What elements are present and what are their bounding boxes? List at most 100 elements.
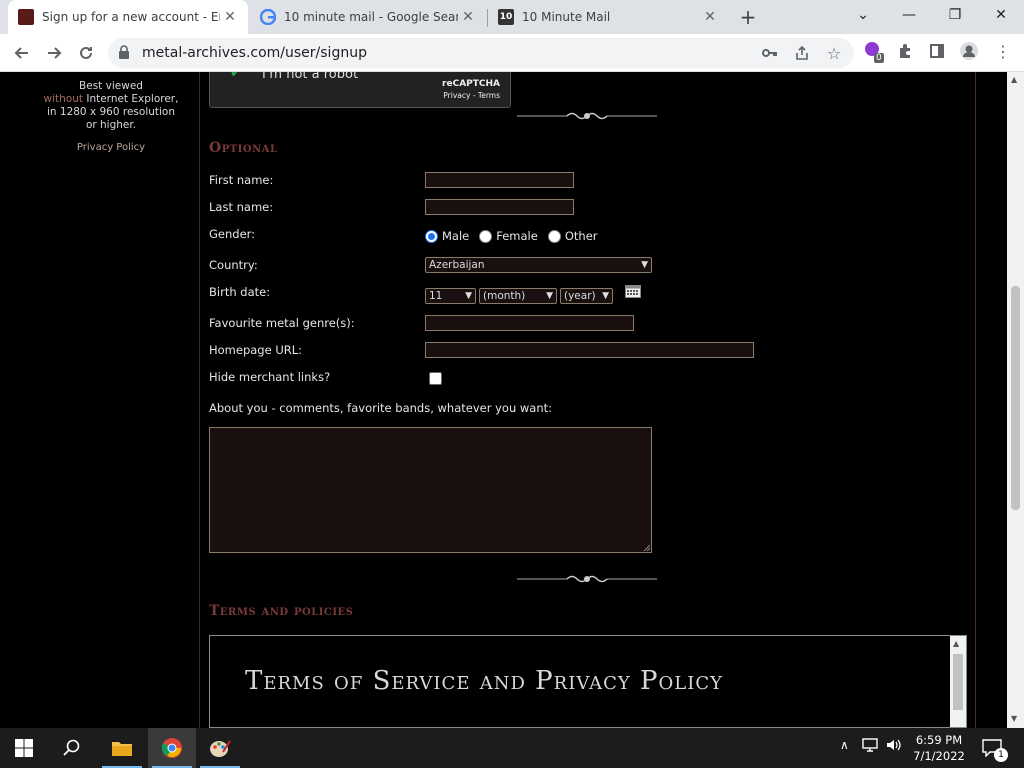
terms-scrollbar[interactable]: ▲	[950, 636, 966, 727]
about-label: About you - comments, favorite bands, wh…	[209, 401, 553, 415]
birth-year-select[interactable]: (year) ▼	[560, 288, 613, 304]
recaptcha-checkmark-icon: ✔	[230, 72, 242, 81]
volume-icon[interactable]	[886, 738, 902, 755]
scroll-up-arrow-icon[interactable]: ▲	[953, 639, 959, 648]
country-value: Azerbaijan	[429, 259, 485, 271]
genre-input[interactable]	[425, 315, 634, 331]
recaptcha-widget[interactable]: ✔ I'm not a robot reCAPTCHA Privacy - Te…	[209, 72, 511, 108]
terms-heading: Terms of Service and Privacy Policy	[245, 666, 723, 696]
gender-male-label: Male	[442, 229, 470, 243]
tab-10-minute-mail[interactable]: 10 10 Minute Mail ✕	[488, 0, 728, 34]
chevron-down-icon: ▼	[641, 260, 648, 270]
page-scrollbar[interactable]: ▲ ▼	[1007, 72, 1024, 728]
tab-title: Sign up for a new account - Ency	[42, 10, 220, 24]
tab-search-chevron-icon[interactable]: ⌄	[840, 0, 886, 30]
page-viewport: Best viewed without Internet Explorer, i…	[0, 72, 1024, 728]
paint-icon[interactable]	[196, 728, 244, 768]
homepage-label: Homepage URL:	[209, 343, 303, 357]
network-icon[interactable]	[862, 738, 878, 755]
first-name-label: First name:	[209, 173, 274, 187]
birth-day-select[interactable]: 11 ▼	[425, 288, 476, 304]
address-bar[interactable]: metal-archives.com/user/signup ☆	[108, 38, 854, 68]
privacy-policy-link[interactable]: Privacy Policy	[22, 142, 200, 153]
without-text: without	[43, 93, 84, 105]
windows-start-icon[interactable]	[0, 728, 48, 768]
url-text[interactable]: metal-archives.com/user/signup	[142, 45, 367, 61]
gender-male-radio[interactable]	[425, 229, 438, 243]
extensions-puzzle-icon[interactable]	[894, 40, 916, 62]
key-icon[interactable]	[760, 43, 780, 63]
terms-section-title: Terms and policies	[209, 603, 354, 619]
tab-close-icon[interactable]: ✕	[700, 7, 720, 27]
homepage-input[interactable]	[425, 342, 754, 358]
tab-close-icon[interactable]: ✕	[220, 7, 240, 27]
gender-other-label: Other	[564, 229, 598, 243]
birth-day-value: 11	[429, 290, 443, 302]
recaptcha-brand: reCAPTCHA	[442, 79, 500, 89]
birth-month-select[interactable]: (month) ▼	[479, 288, 557, 304]
clock-date: 7/1/2022	[913, 749, 965, 763]
chrome-icon[interactable]	[148, 728, 196, 768]
kebab-menu-icon[interactable]: ⋮	[992, 40, 1014, 62]
scroll-up-arrow-icon[interactable]: ▲	[1011, 75, 1017, 84]
terms-scrollbar-thumb[interactable]	[953, 654, 963, 710]
taskbar-clock[interactable]: 6:59 PM 7/1/2022	[904, 732, 974, 764]
scroll-down-arrow-icon[interactable]: ▼	[1011, 714, 1017, 723]
file-explorer-icon[interactable]	[98, 728, 146, 768]
share-icon[interactable]	[792, 43, 812, 63]
best-viewed-line: or higher.	[85, 119, 137, 131]
tab-close-icon[interactable]: ✕	[458, 7, 478, 27]
reload-icon[interactable]	[72, 39, 100, 67]
left-sidebar: Best viewed without Internet Explorer, i…	[0, 72, 200, 728]
chevron-down-icon: ▼	[465, 291, 472, 301]
bookmark-star-icon[interactable]: ☆	[824, 43, 844, 63]
windows-taskbar: ∧ 6:59 PM 7/1/2022 1	[0, 728, 1024, 768]
lock-icon[interactable]	[118, 45, 130, 59]
metal-archives-favicon-icon	[18, 9, 34, 25]
gender-other-radio[interactable]	[547, 229, 561, 243]
optional-section-title: Optional	[209, 140, 278, 156]
tab-google-search[interactable]: 10 minute mail - Google Search ✕	[250, 0, 486, 34]
notifications-icon[interactable]: 1	[970, 728, 1014, 768]
genre-label: Favourite metal genre(s):	[209, 316, 355, 330]
about-textarea[interactable]	[209, 427, 652, 553]
extension-badge-icon[interactable]: 0	[862, 40, 884, 63]
tray-chevron-up-icon[interactable]: ∧	[840, 738, 849, 752]
minimize-icon[interactable]: —	[886, 0, 932, 30]
calendar-icon[interactable]	[625, 284, 641, 298]
recaptcha-terms-link[interactable]: Privacy - Terms	[443, 91, 500, 100]
gender-label: Gender:	[209, 227, 256, 241]
tab-strip: Sign up for a new account - Ency ✕ 10 mi…	[0, 0, 1024, 34]
last-name-input[interactable]	[425, 199, 574, 215]
country-select[interactable]: Azerbaijan ▼	[425, 257, 652, 273]
search-icon[interactable]	[48, 728, 96, 768]
close-window-icon[interactable]: ✕	[978, 0, 1024, 30]
first-name-input[interactable]	[425, 172, 574, 188]
country-label: Country:	[209, 258, 258, 272]
hide-merchant-checkbox[interactable]	[429, 372, 442, 385]
chevron-down-icon: ▼	[602, 291, 609, 301]
profile-avatar-icon[interactable]	[958, 40, 980, 62]
tab-signup[interactable]: Sign up for a new account - Ency ✕	[8, 0, 248, 34]
ten-minute-mail-favicon-icon: 10	[498, 9, 514, 25]
google-favicon-icon	[260, 9, 276, 25]
ornament-divider-icon	[517, 575, 657, 583]
terms-scroll-box[interactable]: Terms of Service and Privacy Policy ▲	[209, 635, 967, 728]
main-content: ✔ I'm not a robot reCAPTCHA Privacy - Te…	[201, 72, 976, 728]
notification-count: 1	[994, 748, 1008, 762]
side-panel-icon[interactable]	[926, 40, 948, 62]
forward-arrow-icon[interactable]	[40, 39, 68, 67]
resize-grip-icon[interactable]	[642, 543, 650, 551]
back-arrow-icon[interactable]	[8, 39, 36, 67]
browser-toolbar: metal-archives.com/user/signup ☆ 0 ⋮	[0, 34, 1024, 72]
restore-icon[interactable]: ❐	[932, 0, 978, 30]
new-tab-icon[interactable]: +	[736, 5, 760, 29]
gender-female-radio[interactable]	[479, 229, 493, 243]
gender-female-label: Female	[496, 229, 538, 243]
best-viewed-line: in 1280 x 960 resolution	[46, 106, 176, 118]
right-margin	[977, 72, 1007, 728]
page-scrollbar-thumb[interactable]	[1011, 286, 1020, 510]
best-viewed-note: Best viewed without Internet Explorer, i…	[22, 80, 200, 132]
best-viewed-line: Best viewed	[79, 80, 143, 92]
best-viewed-line: without Internet Explorer,	[22, 93, 200, 106]
